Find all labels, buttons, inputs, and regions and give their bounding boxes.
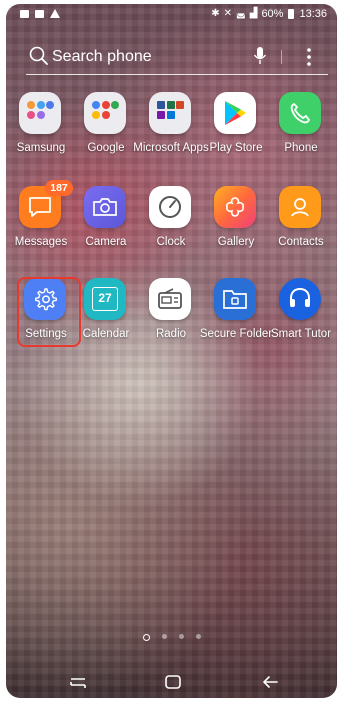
message-notification-icon: [20, 9, 29, 18]
camera-icon: [84, 186, 126, 228]
home-screen: ✱ ✕ ◛ ▟ 60% 13:36 Search phone Samsung G…: [6, 4, 337, 698]
page-dot[interactable]: [195, 634, 201, 639]
microsoft-folder-icon: [149, 92, 191, 134]
contacts-icon: [279, 186, 321, 228]
wifi-icon: ◛: [236, 8, 246, 19]
bluetooth-icon: ✱: [211, 8, 220, 19]
page-indicator: [6, 634, 337, 641]
clock-time: 13:36: [299, 8, 327, 20]
search-input[interactable]: Search phone: [52, 48, 152, 66]
status-right: ✱ ✕ ◛ ▟ 60% 13:36: [211, 8, 327, 20]
home-icon[interactable]: [164, 674, 182, 690]
smart-tutor-headset-icon: [279, 278, 321, 320]
search-bar[interactable]: Search phone: [26, 40, 328, 75]
google-folder-icon: [84, 92, 126, 134]
gallery-icon: [214, 186, 256, 228]
page-dot-active[interactable]: [142, 634, 150, 641]
mic-icon[interactable]: [253, 46, 267, 66]
battery-icon: [288, 9, 295, 19]
app-label: Contacts: [278, 236, 324, 248]
mute-icon: ✕: [223, 8, 233, 19]
notification-icon: [35, 9, 44, 18]
calendar-date: 27: [98, 291, 112, 305]
warning-icon: [50, 9, 60, 18]
search-divider: [281, 50, 282, 64]
app-label: Smart Tutor: [270, 328, 332, 340]
battery-percent: 60%: [261, 8, 284, 20]
phone-icon: [279, 92, 321, 134]
more-options-icon[interactable]: [306, 47, 312, 67]
app-label: Phone: [284, 142, 318, 154]
radio-icon: [149, 278, 191, 320]
recent-apps-icon[interactable]: [68, 674, 88, 690]
play-store-icon: [214, 92, 256, 134]
search-icon: [29, 46, 48, 65]
notification-icons: [20, 9, 60, 18]
page-dot[interactable]: [178, 634, 184, 639]
samsung-folder-icon: [19, 92, 61, 134]
back-icon[interactable]: [260, 674, 280, 690]
status-bar: ✱ ✕ ◛ ▟ 60% 13:36: [6, 4, 337, 26]
page-dot[interactable]: [161, 634, 167, 639]
calendar-icon: 27: [84, 278, 126, 320]
clock-icon: [149, 186, 191, 228]
unread-badge: 187: [45, 180, 73, 196]
navigation-bar: [6, 670, 337, 698]
settings-gear-icon: [24, 278, 66, 320]
secure-folder-icon: [214, 278, 256, 320]
signal-icon: ▟: [249, 8, 258, 19]
